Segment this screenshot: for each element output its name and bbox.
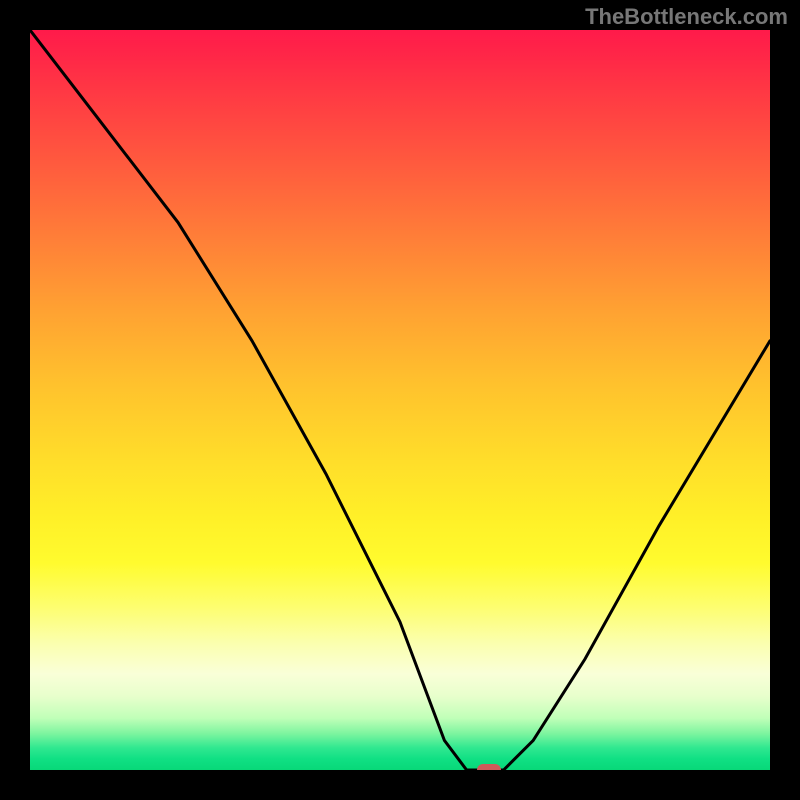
gradient-background [30, 30, 770, 770]
optimum-marker [477, 764, 501, 770]
watermark-text: TheBottleneck.com [585, 4, 788, 30]
chart-container: TheBottleneck.com [0, 0, 800, 800]
plot-area [30, 30, 770, 770]
